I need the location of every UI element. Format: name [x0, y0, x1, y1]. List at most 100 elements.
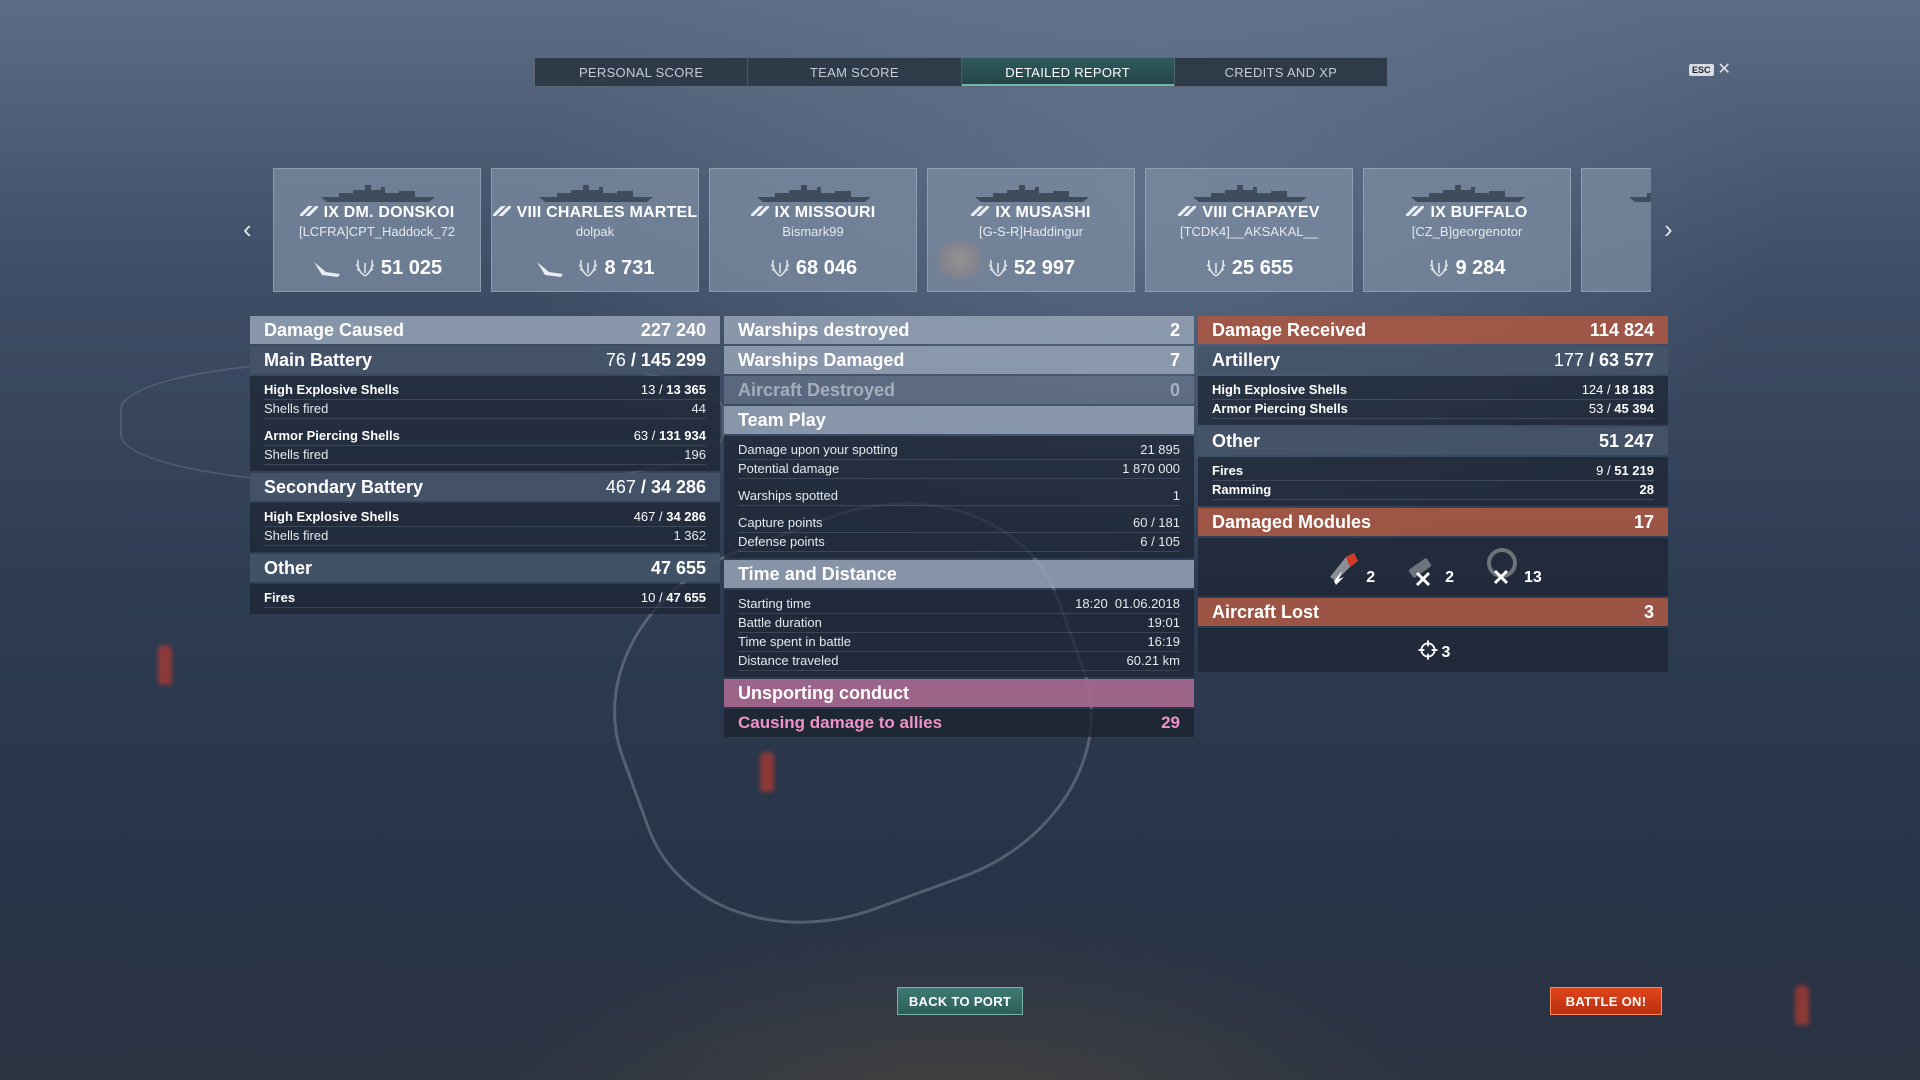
artillery-header: Artillery 177 / 63 577 — [1198, 346, 1668, 374]
ship-name: VIII CHARLES MARTEL — [492, 204, 698, 222]
damage-laurel-icon — [579, 259, 598, 277]
ship-class-icon — [299, 206, 318, 216]
ship-name: IX MUSASHI — [928, 204, 1134, 222]
ship-card[interactable]: I [C — [1581, 168, 1651, 292]
stat-row: Defense points 6 / 105 — [738, 533, 1180, 552]
tab-personal-score[interactable]: PERSONAL SCORE — [535, 58, 749, 86]
main-battery-label: Main Battery — [264, 349, 373, 370]
warships-damaged: Warships Damaged 7 — [724, 346, 1194, 374]
stat-row: Time spent in battle 16:19 — [738, 633, 1180, 652]
buoy — [158, 645, 172, 685]
ship-damage: 9 284 — [1364, 257, 1570, 280]
player-name: [LCFRA]CPT_Haddock_72 — [298, 224, 456, 239]
stat-row: High Explosive Shells 13 / 13 365 — [264, 381, 706, 400]
ship-damage: 52 997 — [928, 257, 1134, 280]
close-button[interactable]: ESC ✕ — [1689, 61, 1731, 78]
artillery-details: High Explosive Shells 124 / 18 183 Armor … — [1198, 376, 1668, 425]
stat-row: Fires 10 / 47 655 — [264, 589, 706, 608]
stat-row: Armor Piercing Shells 53 / 45 394 — [1212, 400, 1654, 419]
other-received-header: Other 51 247 — [1198, 427, 1668, 455]
battle-on-button[interactable]: BATTLE ON! — [1550, 987, 1662, 1015]
close-icon: ✕ — [1717, 61, 1731, 78]
buoy — [1795, 985, 1809, 1025]
damage-caused-panel: Damage Caused 227 240 Main Battery 76 / … — [250, 316, 720, 616]
ship-card[interactable]: IX MISSOURI Bismark99 68 046 — [709, 168, 917, 292]
damage-caused-header: Damage Caused 227 240 — [250, 316, 720, 344]
ship-silhouette-icon — [975, 185, 1089, 202]
tab-credits-and-xp[interactable]: CREDITS AND XP — [1175, 58, 1387, 86]
other-received-details: Fires 9 / 51 219 Ramming 28 — [1198, 457, 1668, 506]
aircraft-lost-header: Aircraft Lost 3 — [1198, 598, 1668, 626]
ship-class-icon — [1178, 206, 1197, 216]
ship-card[interactable]: IX MUSASHI [G-S-R]Haddingur 52 997 — [927, 168, 1135, 292]
stat-row: Starting time 18:20 01.06.2018 — [738, 595, 1180, 614]
main-battery-details: High Explosive Shells 13 / 13 365 Shells … — [250, 376, 720, 471]
player-name: [G-S-R]Haddingur — [978, 224, 1084, 239]
battle-stats-panel: Warships destroyed 2 Warships Damaged 7 Ai… — [724, 316, 1194, 737]
player-name: Bismark99 — [782, 224, 844, 239]
ship-carousel: IX DM. DONSKOI [LCFRA]CPT_Haddock_72 51 02… — [273, 168, 1651, 292]
back-to-port-button[interactable]: BACK TO PORT — [897, 987, 1023, 1015]
buoy — [760, 752, 774, 792]
aircraft-icon — [537, 262, 564, 277]
damage-received-panel: Damage Received 114 824 Artillery 177 / 63… — [1198, 316, 1668, 674]
stat-row: Shells fired 44 — [264, 400, 706, 419]
ship-card[interactable]: VIII CHARLES MARTEL dolpak 8 731 — [491, 168, 699, 292]
stat-row: Distance traveled 60.21 km — [738, 652, 1180, 671]
ship-class-icon — [492, 206, 511, 216]
player-name: dolpak — [575, 224, 615, 239]
ship-name: IX MISSOURI — [710, 204, 916, 222]
ship-card[interactable]: VIII CHAPAYEV [TCDK4]__AKSAKAL__ 25 655 — [1145, 168, 1353, 292]
tab-detailed-report[interactable]: DETAILED REPORT — [961, 58, 1175, 86]
ship-silhouette-icon — [757, 185, 871, 202]
ship-name: VIII CHAPAYEV — [1146, 204, 1352, 222]
ship-silhouette-icon — [1193, 185, 1307, 202]
stat-row: Potential damage 1 870 000 — [738, 460, 1180, 479]
ship-name: IX BUFFALO — [1364, 204, 1570, 222]
stat-row: Fires 9 / 51 219 — [1212, 462, 1654, 481]
gun-module-icon: 2 — [1403, 547, 1454, 587]
ship-class-icon — [1406, 206, 1425, 216]
stat-row: Damage upon your spotting 21 895 — [738, 441, 1180, 460]
secondary-battery-details: High Explosive Shells 467 / 34 286 Shells… — [250, 503, 720, 552]
esc-key-label: ESC — [1689, 64, 1714, 76]
ship-card[interactable]: IX DM. DONSKOI [LCFRA]CPT_Haddock_72 51 02… — [273, 168, 481, 292]
aircraft-crosshair-icon: 3 — [1416, 638, 1450, 662]
tab-team-score[interactable]: TEAM SCORE — [748, 58, 962, 86]
engine-module-icon: 2 — [1324, 547, 1375, 587]
ship-damage: 68 046 — [710, 257, 916, 280]
aircraft-lost-icons: 3 — [1198, 628, 1668, 672]
player-name: [TCDK4]__AKSAKAL__ — [1179, 224, 1319, 239]
ship-silhouette-icon — [539, 185, 653, 202]
team-play-details: Damage upon your spotting 21 895 Potentia… — [724, 436, 1194, 558]
ship-damage: 8 731 — [492, 257, 698, 280]
time-distance-header: Time and Distance — [724, 560, 1194, 588]
stat-row: Shells fired 196 — [264, 446, 706, 465]
aircraft-destroyed: Aircraft Destroyed 0 — [724, 376, 1194, 404]
damage-laurel-icon — [355, 259, 375, 277]
chevron-left-icon[interactable]: ‹ — [243, 216, 252, 242]
ship-silhouette-icon — [1629, 193, 1651, 202]
stat-row: Armor Piercing Shells 63 / 131 934 — [264, 427, 706, 446]
damage-caused-label: Damage Caused — [264, 319, 405, 340]
ship-damage: 25 655 — [1146, 257, 1352, 280]
stat-row: High Explosive Shells 124 / 18 183 — [1212, 381, 1654, 400]
time-distance-details: Starting time 18:20 01.06.2018 Battle dur… — [724, 590, 1194, 677]
player-name: [C — [1582, 224, 1651, 239]
stat-row: Warships spotted 1 — [738, 487, 1180, 506]
damage-laurel-icon — [988, 259, 1008, 277]
ship-class-icon — [750, 206, 769, 216]
player-name: [CZ_B]georgenotor — [1411, 224, 1523, 239]
ship-card[interactable]: IX BUFFALO [CZ_B]georgenotor 9 284 — [1363, 168, 1571, 292]
stat-row: Capture points 60 / 181 — [738, 514, 1180, 533]
aircraft-icon — [313, 262, 340, 277]
damage-laurel-icon — [1206, 259, 1226, 277]
chevron-right-icon[interactable]: › — [1664, 216, 1673, 242]
ship-name: I — [1582, 204, 1651, 222]
main-battery-header: Main Battery 76 / 145 299 — [250, 346, 720, 374]
damage-laurel-icon — [1430, 259, 1449, 277]
ship-name: IX DM. DONSKOI — [274, 204, 480, 222]
stat-row: Battle duration 19:01 — [738, 614, 1180, 633]
ship-silhouette-icon — [321, 185, 435, 202]
damage-caused-value: 227 240 — [640, 319, 706, 340]
